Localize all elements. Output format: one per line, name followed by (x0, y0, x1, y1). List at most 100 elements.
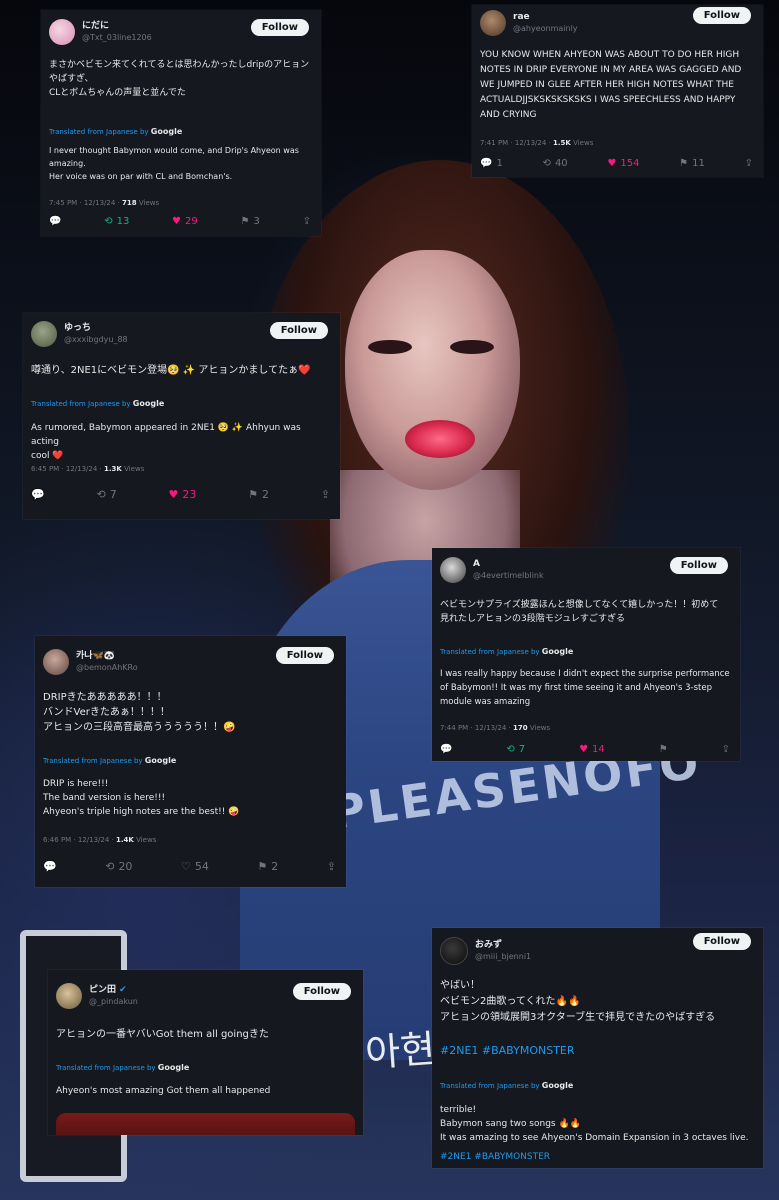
bookmark-icon: ⚑ (658, 743, 668, 755)
share-icon: ⇪ (721, 743, 730, 755)
avatar[interactable] (440, 557, 466, 583)
display-name[interactable]: 카나🦋🐼 (76, 650, 138, 662)
tweet-meta: 7:41 PM · 12/13/24 · 1.5K Views (480, 139, 753, 147)
follow-button[interactable]: Follow (669, 557, 728, 574)
bookmark-button[interactable]: ⚑ (658, 743, 668, 755)
reply-button[interactable]: 💬 (31, 489, 45, 500)
reply-icon: 💬 (31, 488, 45, 501)
avatar[interactable] (480, 10, 506, 36)
user-handle[interactable]: @4evertimeIblink (473, 570, 544, 582)
share-button[interactable]: ⇪ (745, 158, 753, 169)
verified-badge-icon: ✔ (119, 985, 127, 995)
views-label: Views (138, 199, 160, 207)
retweet-count: 7 (109, 488, 117, 501)
translation-note: Translated from Japanese by Google (56, 1063, 353, 1072)
hashtags[interactable]: #2NE1 #BABYMONSTER (440, 1044, 753, 1058)
user-handle[interactable]: @ahyeonmainly (513, 23, 578, 35)
tweet-card-4: A @4evertimeIblink Follow ベビモンサプライズ披露ほんと… (432, 548, 740, 761)
media-preview[interactable] (56, 1113, 355, 1135)
tweet-card-3: ゆっち @xxxibgdyu_88 Follow 噂通り、2NE1にベビモン登場… (23, 313, 340, 519)
user-handle[interactable]: @_pindakun (89, 996, 138, 1008)
avatar[interactable] (49, 19, 75, 45)
retweet-count: 20 (118, 860, 133, 873)
retweet-count: 13 (116, 216, 130, 227)
retweet-button[interactable]: ⟲ 7 (96, 488, 116, 501)
follow-button[interactable]: Follow (250, 19, 309, 36)
display-name[interactable]: ゆっち (64, 322, 128, 334)
reply-button[interactable]: 💬 (49, 216, 61, 227)
translated-text: DRIP is here!!! The band version is here… (43, 779, 240, 817)
views-label: Views (529, 724, 551, 732)
display-name[interactable]: A (473, 558, 544, 570)
translated-hashtags[interactable]: #2NE1 #BABYMONSTER (440, 1150, 753, 1164)
share-button[interactable]: ⇪ (327, 861, 336, 872)
bookmark-count: 2 (271, 860, 279, 873)
avatar[interactable] (56, 983, 82, 1009)
tweet-header: ゆっち @xxxibgdyu_88 (31, 321, 128, 347)
share-icon: ⇪ (302, 215, 311, 227)
tweet-card-6: ピン田 ✔ @_pindakun Follow アヒョンの一番ヤバいGot th… (48, 970, 363, 1135)
translation-note: Translated from Japanese by Google (440, 647, 730, 656)
tweet-card-7: おみず @miii_bjenni1 Follow やばい！ ベビモン2曲歌ってく… (432, 928, 763, 1168)
avatar[interactable] (43, 649, 69, 675)
follow-button[interactable]: Follow (692, 933, 751, 950)
timestamp[interactable]: 7:44 PM · 12/13/24 · (440, 724, 511, 732)
tweet-card-5: 카나🦋🐼 @bemonAhKRo Follow DRIPきたあああああ！！！ バ… (35, 636, 346, 887)
like-button[interactable]: ♥ 154 (607, 158, 639, 169)
follow-button[interactable]: Follow (692, 7, 751, 24)
bookmark-button[interactable]: ⚑ 2 (248, 488, 269, 501)
retweet-button[interactable]: ⟲ 20 (105, 860, 132, 873)
timestamp[interactable]: 7:41 PM · 12/13/24 · (480, 139, 551, 147)
bookmark-button[interactable]: ⚑ 2 (257, 860, 278, 873)
like-button[interactable]: ♥ 29 (172, 216, 198, 227)
follow-button[interactable]: Follow (269, 322, 328, 339)
bookmark-button[interactable]: ⚑ 11 (679, 158, 705, 169)
retweet-button[interactable]: ⟲ 7 (506, 744, 525, 755)
reply-button[interactable]: 💬 (440, 744, 452, 755)
reply-icon: 💬 (480, 157, 493, 169)
retweet-button[interactable]: ⟲ 40 (543, 158, 568, 169)
translation-label: Translated from Japanese by (49, 128, 149, 136)
avatar[interactable] (31, 321, 57, 347)
display-name[interactable]: rae (513, 11, 578, 23)
display-name[interactable]: ピン田 ✔ (89, 984, 138, 996)
view-count: 718 (122, 199, 137, 207)
heart-icon: ♥ (579, 743, 589, 755)
user-handle[interactable]: @bemonAhKRo (76, 662, 138, 674)
timestamp[interactable]: 6:46 PM · 12/13/24 · (43, 836, 114, 844)
share-button[interactable]: ⇪ (321, 489, 330, 500)
reply-button[interactable]: 💬 1 (480, 158, 503, 169)
tweet-meta: 6:46 PM · 12/13/24 · 1.4K Views (43, 836, 336, 844)
user-handle[interactable]: @miii_bjenni1 (475, 951, 531, 963)
display-name-text: ピン田 (89, 985, 117, 995)
tweet-text: まさかベビモン来てくれてるとは思わんかったしdripのアヒョン やばすぎ、 CL… (49, 60, 310, 98)
timestamp[interactable]: 6:45 PM · 12/13/24 · (31, 465, 102, 473)
share-button[interactable]: ⇪ (721, 743, 730, 755)
follow-button[interactable]: Follow (292, 983, 351, 1000)
bookmark-icon: ⚑ (248, 488, 258, 501)
translator-name: Google (157, 1063, 190, 1072)
follow-button[interactable]: Follow (275, 647, 334, 664)
display-name[interactable]: にだに (82, 20, 152, 32)
action-bar: 💬 ⟲ 7 ♥ 23 ⚑ 2 ⇪ (31, 488, 330, 501)
translation-note: Translated from Japanese by Google (440, 1081, 753, 1090)
translation-note: Translated from Japanese by Google (43, 756, 336, 765)
user-handle[interactable]: @Txt_03line1206 (82, 32, 152, 44)
avatar[interactable] (440, 937, 468, 965)
like-button[interactable]: ♥ 14 (579, 744, 605, 755)
like-button[interactable]: ♡ 54 (181, 860, 209, 873)
like-button[interactable]: ♥ 23 (168, 488, 196, 501)
reply-button[interactable]: 💬 (43, 861, 57, 872)
user-handle[interactable]: @xxxibgdyu_88 (64, 334, 128, 346)
retweet-count: 40 (554, 158, 568, 169)
bookmark-count: 11 (692, 158, 705, 169)
like-count: 54 (194, 860, 209, 873)
bookmark-button[interactable]: ⚑ 3 (240, 216, 259, 227)
translator-name: Google (144, 756, 177, 765)
retweet-button[interactable]: ⟲ 13 (104, 216, 129, 227)
share-button[interactable]: ⇪ (302, 215, 311, 227)
display-name[interactable]: おみず (475, 939, 531, 951)
timestamp[interactable]: 7:45 PM · 12/13/24 · (49, 199, 120, 207)
tweet-header: 카나🦋🐼 @bemonAhKRo (43, 649, 138, 675)
reply-icon: 💬 (43, 860, 57, 873)
